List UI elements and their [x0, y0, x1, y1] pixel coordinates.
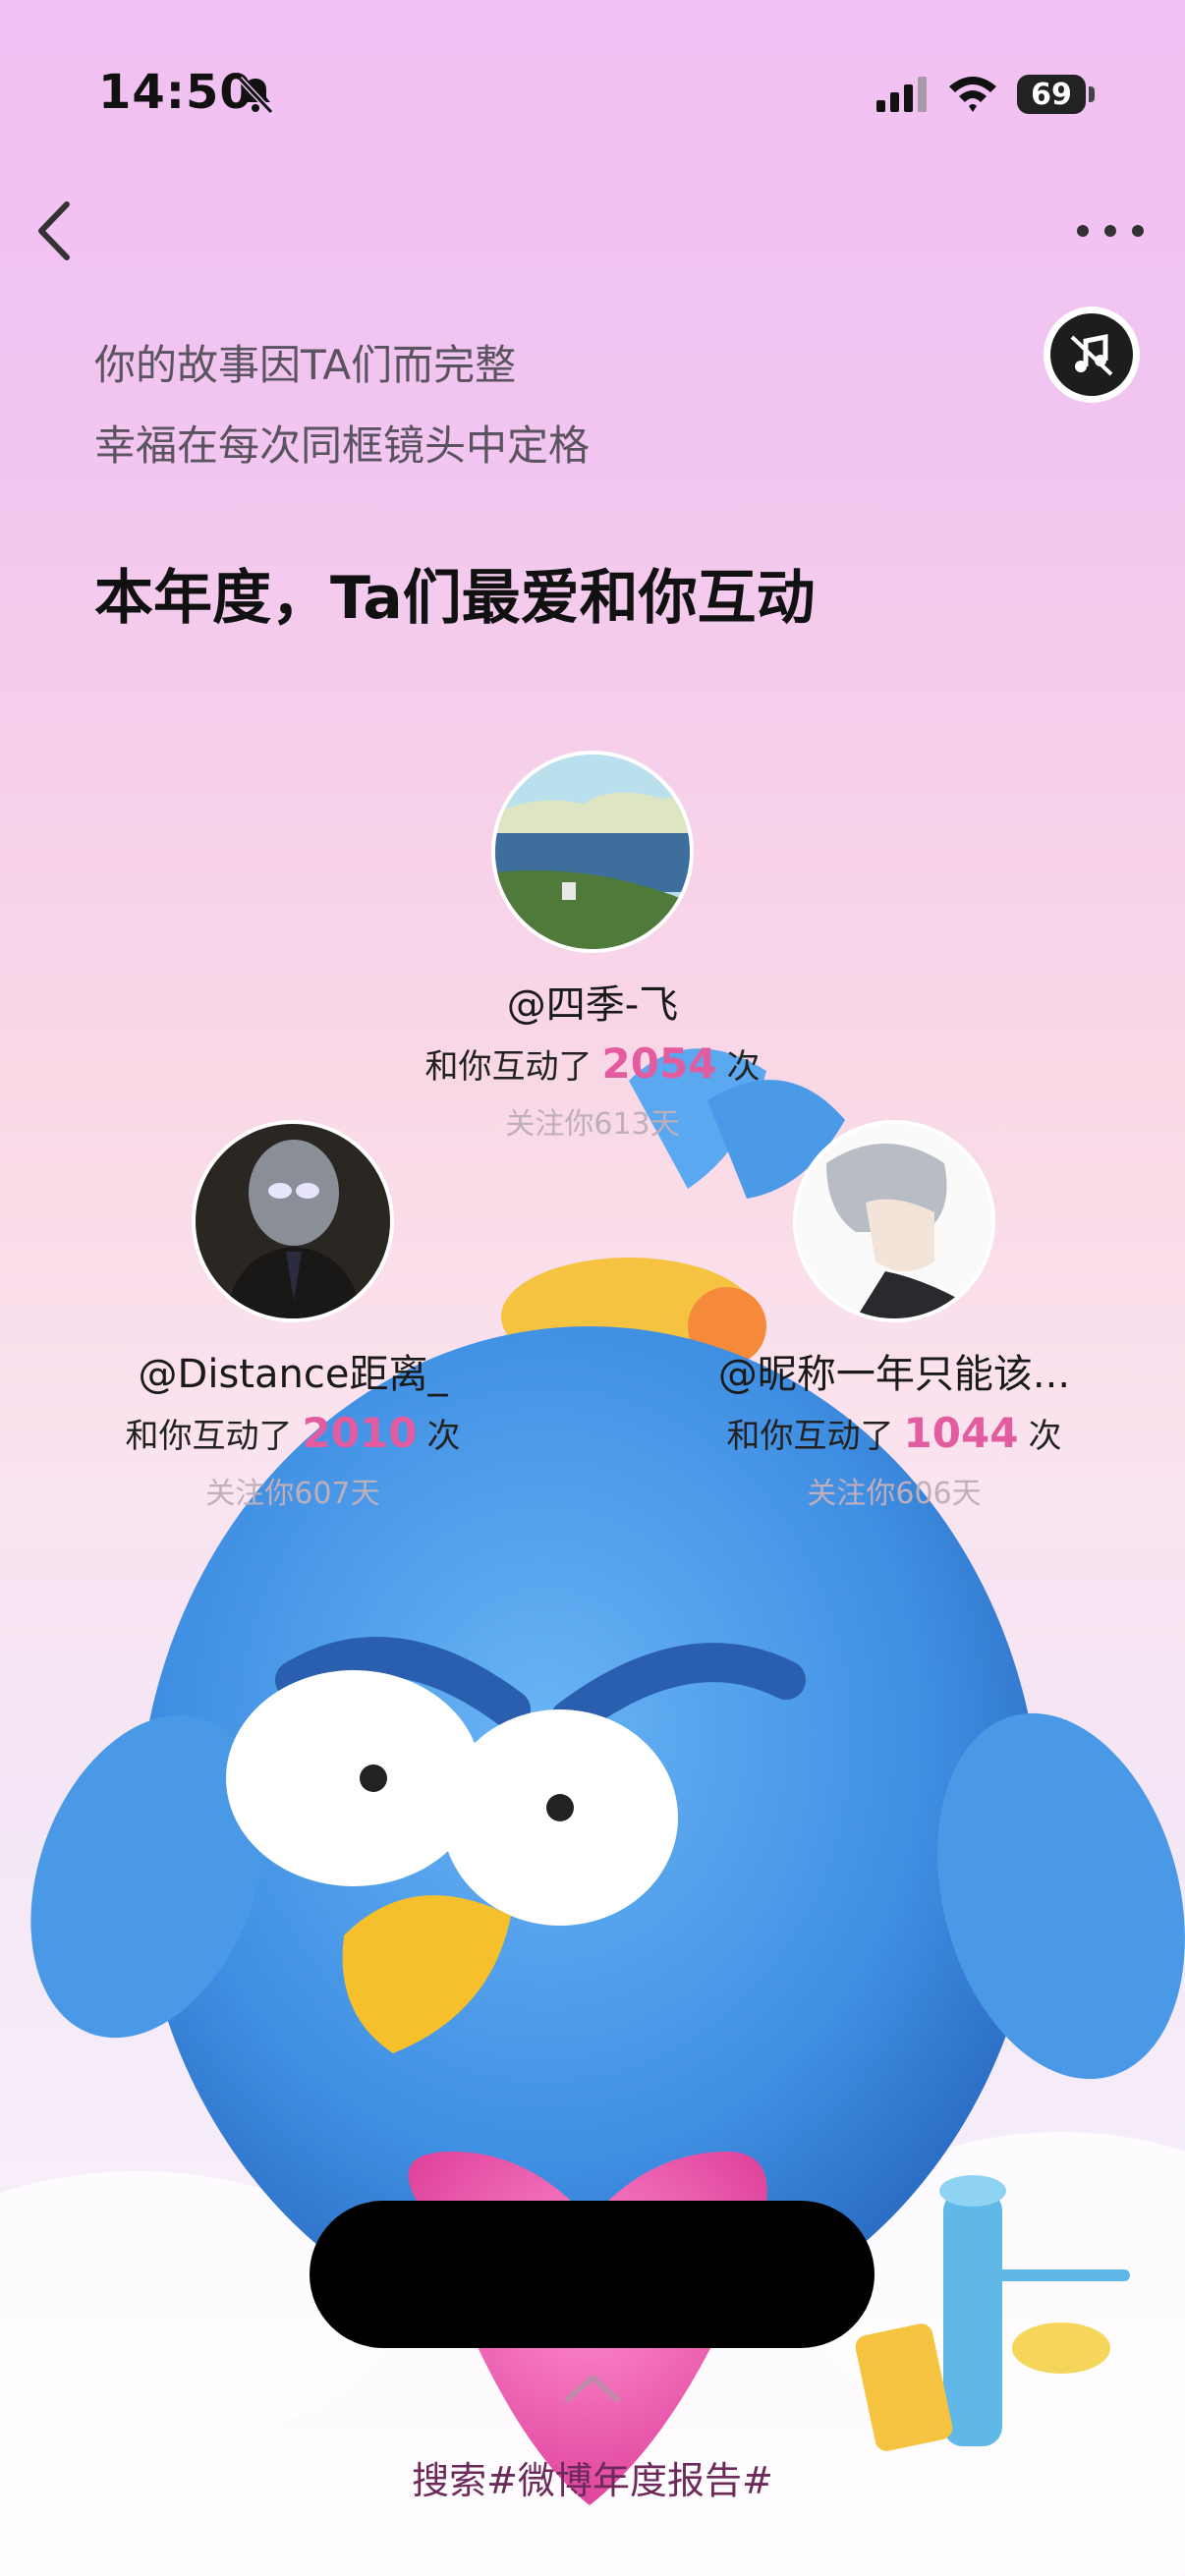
- avatar[interactable]: [491, 751, 694, 953]
- wifi-icon: [949, 77, 996, 112]
- interaction-number: 2054: [601, 1039, 717, 1088]
- interaction-suffix: 次: [426, 1417, 461, 1456]
- avatar[interactable]: [793, 1120, 995, 1322]
- page-title: 本年度，Ta们最爱和你互动: [94, 564, 816, 633]
- status-time: 14:50: [98, 65, 254, 120]
- music-toggle-button[interactable]: [1044, 307, 1140, 403]
- action-button[interactable]: [310, 2201, 875, 2348]
- friend-name[interactable]: @昵称一年只能该...: [649, 1342, 1140, 1399]
- interaction-count: 和你互动了 2054 次: [347, 1039, 838, 1088]
- interaction-suffix: 次: [726, 1047, 761, 1087]
- signal-icon: [876, 77, 927, 112]
- interaction-prefix: 和你互动了: [125, 1417, 293, 1456]
- friend-name[interactable]: @四季-飞: [347, 973, 838, 1030]
- interaction-prefix: 和你互动了: [726, 1417, 894, 1456]
- music-off-icon: [1070, 333, 1113, 376]
- follow-days: 关注你607天: [205, 1477, 380, 1511]
- more-options-button[interactable]: [1071, 211, 1150, 251]
- friend-name[interactable]: @Distance距离_: [47, 1342, 538, 1399]
- battery-indicator: 69: [1017, 75, 1086, 114]
- interaction-count: 和你互动了 2010 次: [47, 1409, 538, 1457]
- search-hashtag-link[interactable]: 搜索#微博年度报告#: [0, 2450, 1185, 2504]
- back-button[interactable]: [29, 196, 79, 265]
- avatar[interactable]: [192, 1120, 394, 1322]
- music-disc: [1050, 313, 1133, 396]
- interaction-suffix: 次: [1028, 1417, 1062, 1456]
- battery-level: 69: [1031, 77, 1072, 112]
- intro-line-2: 幸福在每次同框镜头中定格: [94, 421, 591, 470]
- interaction-number: 1044: [903, 1409, 1019, 1457]
- interaction-number: 2010: [302, 1409, 418, 1457]
- interaction-prefix: 和你互动了: [424, 1047, 592, 1087]
- avatar-image: [495, 755, 690, 949]
- follow-days: 关注你606天: [807, 1477, 982, 1511]
- battery-tip: [1089, 86, 1095, 102]
- chevron-up-icon[interactable]: [560, 2368, 625, 2407]
- avatar-image: [196, 1124, 390, 1318]
- intro-line-1: 你的故事因TA们而完整: [94, 341, 517, 389]
- avatar-image: [797, 1124, 991, 1318]
- friend-card[interactable]: @四季-飞 和你互动了 2054 次 关注你613天: [347, 751, 838, 1143]
- bell-muted-icon: [237, 76, 274, 115]
- interaction-count: 和你互动了 1044 次: [649, 1409, 1140, 1457]
- friend-card[interactable]: @昵称一年只能该... 和你互动了 1044 次 关注你606天: [649, 1120, 1140, 1512]
- friend-card[interactable]: @Distance距离_ 和你互动了 2010 次 关注你607天: [47, 1120, 538, 1512]
